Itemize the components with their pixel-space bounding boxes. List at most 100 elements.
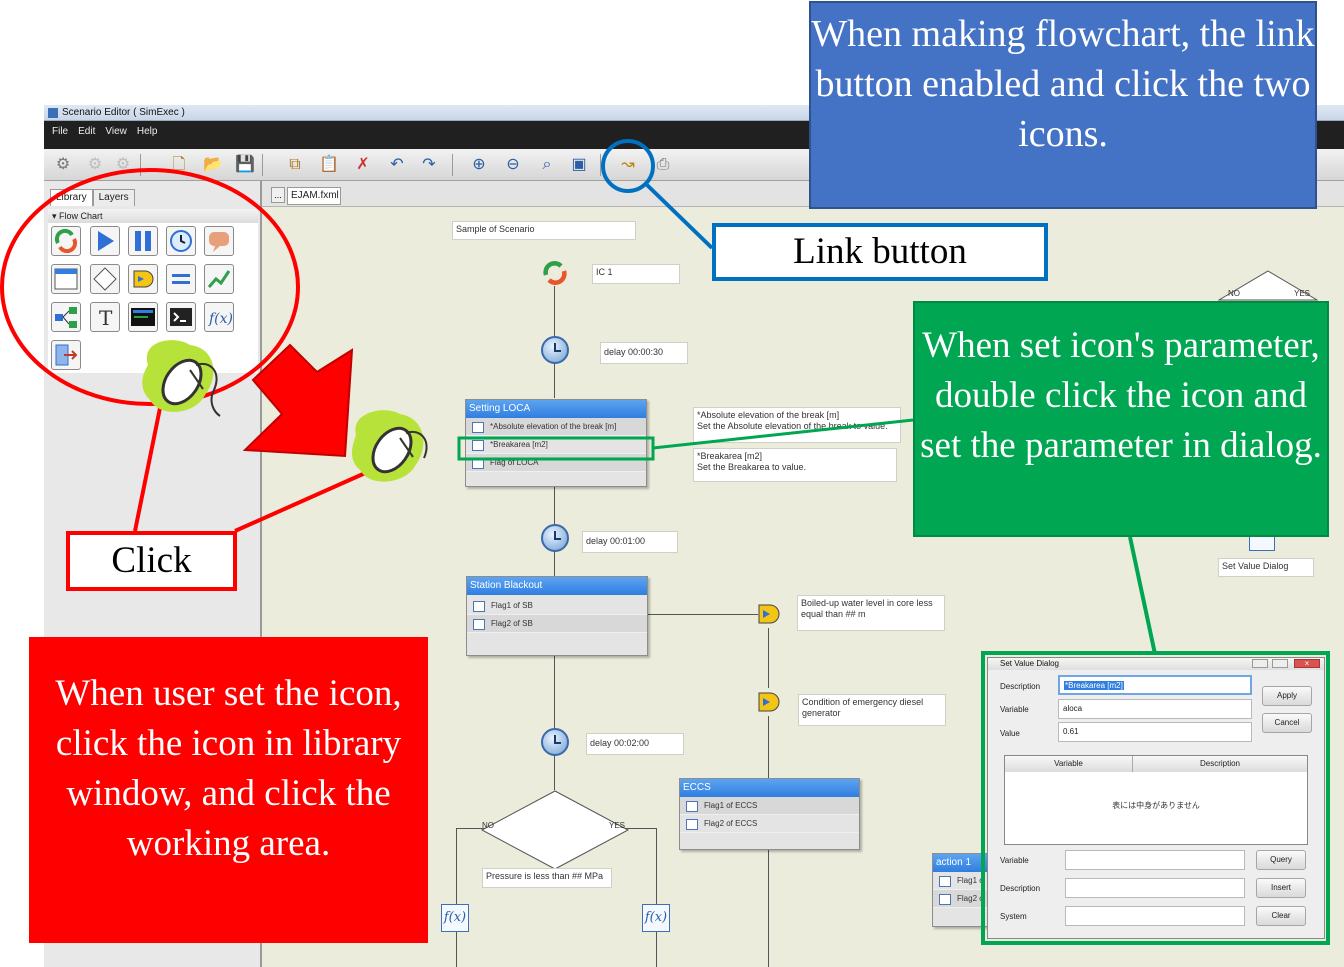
menu-view[interactable]: View — [100, 123, 132, 141]
value-label: Value — [1000, 729, 1020, 738]
ic-label[interactable]: IC 1 — [592, 264, 680, 284]
condition-icon[interactable] — [755, 600, 783, 628]
scenario-title-note[interactable]: Sample of Scenario — [452, 221, 636, 240]
print-icon[interactable]: ⎙ — [650, 152, 676, 178]
search-description-input[interactable] — [1065, 878, 1245, 898]
palette-equals-icon[interactable] — [166, 264, 196, 294]
flow-chart-section-header[interactable]: ▾ Flow Chart — [48, 209, 258, 223]
settings-gear-disabled-icon[interactable]: ⚙ — [82, 152, 108, 178]
delay-clock-icon[interactable] — [541, 728, 569, 756]
value-input[interactable]: 0.61 — [1058, 722, 1252, 742]
open-folder-icon[interactable]: 📂 — [200, 152, 226, 178]
save-icon[interactable]: 💾 — [232, 152, 258, 178]
delay-clock-icon[interactable] — [541, 524, 569, 552]
block-row[interactable]: Flag1 of ECCS — [680, 797, 859, 815]
document-tab[interactable]: EJAM.fxml — [287, 187, 341, 205]
palette-exit-icon[interactable] — [51, 340, 81, 370]
document-tab-overflow[interactable]: ... — [271, 187, 285, 203]
palette-decision-icon[interactable] — [90, 264, 120, 294]
palette-block-icon[interactable] — [51, 264, 81, 294]
link-icon[interactable]: ↝ — [615, 152, 641, 178]
delay-label-2[interactable]: delay 00:01:00 — [582, 531, 678, 553]
search-system-input[interactable] — [1065, 906, 1245, 926]
table-header-description[interactable]: Description — [1133, 756, 1307, 772]
block-row[interactable]: *Breakarea [m2] — [466, 436, 646, 454]
palette-play-icon[interactable] — [90, 226, 120, 256]
condition-icon[interactable] — [755, 688, 783, 716]
delete-icon[interactable]: ✗ — [350, 152, 376, 178]
station-blackout-block[interactable]: Station Blackout Flag1 of SB Flag2 of SB — [466, 576, 648, 656]
new-document-icon[interactable]: 🗋 — [166, 152, 192, 178]
paste-icon[interactable]: 📋 — [316, 152, 342, 178]
delay-clock-icon[interactable] — [541, 336, 569, 364]
palette-tree-icon[interactable] — [51, 302, 81, 332]
set-value-dialog-note[interactable]: Set Value Dialog — [1218, 558, 1314, 577]
connector-line — [554, 362, 555, 398]
palette-text-icon[interactable]: T — [90, 302, 120, 332]
palette-monitor-icon[interactable] — [128, 302, 158, 332]
tab-layers[interactable]: Layers — [92, 189, 135, 206]
connector-line — [456, 932, 457, 967]
search-variable-input[interactable] — [1065, 850, 1245, 870]
settings-gear-disabled-2-icon[interactable]: ⚙ — [110, 152, 136, 178]
note-absolute-elevation[interactable]: *Absolute elevation of the break [m] Set… — [693, 407, 901, 443]
minimize-icon[interactable] — [1252, 659, 1268, 668]
cancel-button[interactable]: Cancel — [1262, 713, 1312, 733]
action-block[interactable]: action 1 Flag1 o Flag2 o — [932, 853, 992, 927]
note-breakarea[interactable]: *Breakarea [m2] Set the Breakarea to val… — [693, 448, 897, 482]
function-icon[interactable]: f(x) — [642, 904, 670, 932]
zoom-in-icon[interactable]: ⊕ — [466, 152, 492, 178]
palette-condition-icon[interactable] — [128, 264, 158, 294]
decision-condition-note[interactable]: Pressure is less than ## MPa — [482, 868, 612, 888]
block-row[interactable]: Flag2 of SB — [467, 615, 647, 633]
zoom-out-icon[interactable]: ⊖ — [500, 152, 526, 178]
condition-note-2[interactable]: Condition of emergency diesel generator — [798, 694, 946, 726]
block-row[interactable]: Flag1 o — [933, 872, 991, 890]
function-icon[interactable]: f(x) — [441, 904, 469, 932]
palette-start-icon[interactable] — [51, 226, 81, 256]
right-decision-diamond[interactable] — [1218, 270, 1318, 304]
menu-file[interactable]: File — [44, 123, 73, 141]
svg-text:f(x): f(x) — [208, 311, 233, 327]
clear-button[interactable]: Clear — [1256, 906, 1306, 926]
delay-label-1[interactable]: delay 00:00:30 — [600, 342, 688, 364]
query-button[interactable]: Query — [1256, 850, 1306, 870]
variable-input[interactable]: aloca — [1058, 699, 1252, 719]
block-row[interactable]: *Absolute elevation of the break [m] — [466, 418, 646, 436]
copy-icon[interactable]: ⧉ — [282, 152, 308, 178]
description-input[interactable]: *Breakarea [m2] — [1058, 675, 1252, 695]
palette-terminal-icon[interactable] — [166, 302, 196, 332]
menu-help[interactable]: Help — [132, 123, 163, 141]
description-value: *Breakarea [m2] — [1064, 681, 1124, 690]
settings-gear-icon[interactable]: ⚙ — [50, 152, 76, 178]
set-value-block-icon[interactable] — [1249, 535, 1275, 551]
condition-note-1[interactable]: Boiled-up water level in core less equal… — [797, 595, 945, 631]
palette-chart-icon[interactable] — [204, 264, 234, 294]
eccs-block[interactable]: ECCS Flag1 of ECCS Flag2 of ECCS — [679, 778, 860, 850]
setting-loca-block[interactable]: Setting LOCA *Absolute elevation of the … — [465, 399, 647, 487]
redo-icon[interactable]: ↷ — [416, 152, 442, 178]
palette-pause-icon[interactable] — [128, 226, 158, 256]
block-row[interactable]: Flag1 of SB — [467, 597, 647, 615]
select-area-icon[interactable]: ▣ — [566, 152, 592, 178]
apply-button[interactable]: Apply — [1262, 686, 1312, 706]
start-icon[interactable] — [540, 258, 570, 288]
block-row[interactable]: Flag2 o — [933, 890, 991, 908]
variable-table[interactable]: Variable Description 表には中身がありません — [1004, 755, 1308, 845]
menu-edit[interactable]: Edit — [73, 123, 100, 141]
tab-library[interactable]: Library — [50, 189, 93, 206]
block-row[interactable]: Flag of LOCA — [466, 454, 646, 472]
table-header-variable[interactable]: Variable — [1005, 756, 1133, 772]
close-icon[interactable]: × — [1294, 659, 1320, 668]
palette-comment-icon[interactable] — [204, 226, 234, 256]
undo-icon[interactable]: ↶ — [384, 152, 410, 178]
dialog-title: Set Value Dialog — [1000, 659, 1059, 668]
zoom-fit-icon[interactable]: ⌕ — [534, 152, 560, 178]
palette-function-icon[interactable]: f(x) — [204, 302, 234, 332]
insert-button[interactable]: Insert — [1256, 878, 1306, 898]
delay-label-3[interactable]: delay 00:02:00 — [586, 733, 684, 755]
block-row[interactable]: Flag2 of ECCS — [680, 815, 859, 833]
maximize-icon[interactable] — [1272, 659, 1288, 668]
palette-clock-icon[interactable] — [166, 226, 196, 256]
decision-diamond[interactable] — [480, 790, 630, 870]
